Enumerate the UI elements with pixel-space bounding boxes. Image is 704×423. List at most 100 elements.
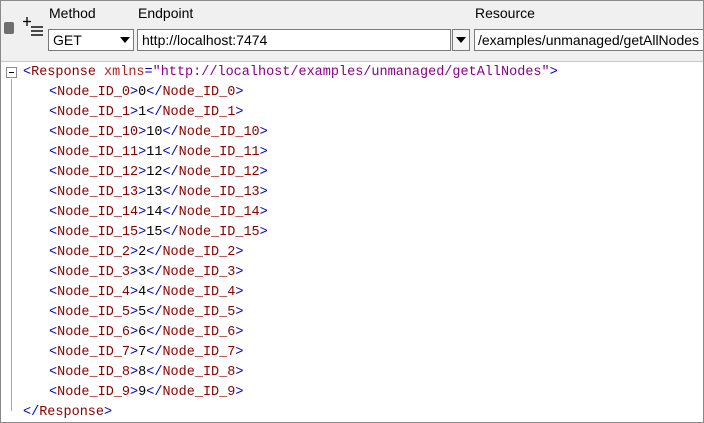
tag-bracket: > xyxy=(259,205,268,220)
node-open-tag: Node_ID_15 xyxy=(57,225,139,240)
node-close-tag: Node_ID_15 xyxy=(178,225,260,240)
node-open-tag: Node_ID_0 xyxy=(57,85,131,100)
tag-bracket: </ xyxy=(146,245,163,260)
tag-bracket: </ xyxy=(146,365,163,380)
node-open-tag: Node_ID_12 xyxy=(57,165,139,180)
node-open-tag: Node_ID_3 xyxy=(57,265,131,280)
collapse-toggle-icon[interactable] xyxy=(6,67,17,78)
tag-bracket: > xyxy=(235,345,244,360)
node-close-tag: Node_ID_4 xyxy=(162,285,236,300)
tree-guide-line xyxy=(11,79,12,411)
tag-bracket: > xyxy=(259,125,268,140)
node-close-tag: Node_ID_6 xyxy=(162,325,236,340)
tag-bracket: > xyxy=(259,145,268,160)
response-close-line: </Response> xyxy=(23,405,113,420)
response-open-tag: Response xyxy=(31,65,96,80)
tag-bracket: > xyxy=(130,385,139,400)
node-close-tag: Node_ID_13 xyxy=(178,185,260,200)
tag-bracket: < xyxy=(49,145,58,160)
xml-node-line: <Node_ID_5>5</Node_ID_5> xyxy=(49,303,243,323)
xml-node-line: <Node_ID_11>11</Node_ID_11> xyxy=(49,143,268,163)
tag-bracket: > xyxy=(130,265,139,280)
node-close-tag: Node_ID_1 xyxy=(162,105,236,120)
tag-bracket: < xyxy=(49,105,58,120)
tag-bracket: > xyxy=(235,105,244,120)
node-open-tag: Node_ID_11 xyxy=(57,145,139,160)
xml-response-view: <Response xmlns="http://localhost/exampl… xyxy=(1,62,703,422)
node-open-tag: Node_ID_13 xyxy=(57,185,139,200)
endpoint-dropdown-button[interactable] xyxy=(452,29,470,51)
tag-bracket: > xyxy=(259,225,268,240)
tag-bracket: > xyxy=(259,165,268,180)
xml-node-line: <Node_ID_13>13</Node_ID_13> xyxy=(49,183,268,203)
tag-bracket: </ xyxy=(146,285,163,300)
node-value: 14 xyxy=(146,205,163,220)
node-value: 11 xyxy=(146,145,163,160)
node-value: 15 xyxy=(146,225,163,240)
node-open-tag: Node_ID_10 xyxy=(57,125,139,140)
xml-node-line: <Node_ID_15>15</Node_ID_15> xyxy=(49,223,268,243)
resource-value: /examples/unmanaged/getAllNodes xyxy=(478,32,700,48)
tag-bracket: < xyxy=(49,325,58,340)
xml-node-line: <Node_ID_7>7</Node_ID_7> xyxy=(49,343,243,363)
node-open-tag: Node_ID_5 xyxy=(57,305,131,320)
node-close-tag: Node_ID_14 xyxy=(178,205,260,220)
tag-bracket: > xyxy=(235,385,244,400)
tag-bracket: </ xyxy=(146,85,163,100)
method-value: GET xyxy=(53,32,82,48)
node-value: 10 xyxy=(146,125,163,140)
tag-bracket: </ xyxy=(146,345,163,360)
node-open-tag: Node_ID_4 xyxy=(57,285,131,300)
node-close-tag: Node_ID_0 xyxy=(162,85,236,100)
tag-bracket: > xyxy=(235,305,244,320)
tag-bracket: > xyxy=(259,185,268,200)
xml-node-line: <Node_ID_0>0</Node_ID_0> xyxy=(49,83,243,103)
tag-bracket: </ xyxy=(162,225,179,240)
resource-input[interactable]: /examples/unmanaged/getAllNodes xyxy=(474,29,703,51)
tag-bracket: > xyxy=(130,245,139,260)
tag-bracket: < xyxy=(49,185,58,200)
tag-bracket: > xyxy=(235,365,244,380)
xml-node-line: <Node_ID_14>14</Node_ID_14> xyxy=(49,203,268,223)
method-label: Method xyxy=(49,5,96,21)
tag-bracket: > xyxy=(130,305,139,320)
tag-bracket: > xyxy=(130,105,139,120)
node-close-tag: Node_ID_9 xyxy=(162,385,236,400)
tag-bracket: < xyxy=(49,225,58,240)
node-open-tag: Node_ID_14 xyxy=(57,205,139,220)
node-close-tag: Node_ID_5 xyxy=(162,305,236,320)
node-open-tag: Node_ID_6 xyxy=(57,325,131,340)
tag-bracket: < xyxy=(49,305,58,320)
tag-bracket: > xyxy=(130,325,139,340)
node-open-tag: Node_ID_9 xyxy=(57,385,131,400)
endpoint-input[interactable]: http://localhost:7474 xyxy=(137,29,451,51)
tag-bracket: </ xyxy=(162,185,179,200)
tag-bracket: > xyxy=(130,85,139,100)
tag-bracket: > xyxy=(130,365,139,380)
tag-bracket: </ xyxy=(162,125,179,140)
node-close-tag: Node_ID_11 xyxy=(178,145,260,160)
toolbar-grip-icon[interactable] xyxy=(4,22,14,34)
tag-bracket: < xyxy=(49,365,58,380)
tag-bracket: > xyxy=(130,285,139,300)
add-header-icon[interactable] xyxy=(23,15,45,39)
xml-node-line: <Node_ID_1>1</Node_ID_1> xyxy=(49,103,243,123)
method-select[interactable]: GET xyxy=(48,29,134,51)
tag-bracket: < xyxy=(49,85,58,100)
xmlns-value: "http://localhost/examples/unmanaged/get… xyxy=(152,65,550,80)
chevron-down-icon[interactable] xyxy=(116,30,133,50)
node-close-tag: Node_ID_2 xyxy=(162,245,236,260)
endpoint-value: http://localhost:7474 xyxy=(142,32,268,48)
node-close-tag: Node_ID_3 xyxy=(162,265,236,280)
tag-bracket: < xyxy=(49,285,58,300)
node-open-tag: Node_ID_7 xyxy=(57,345,131,360)
tag-bracket: < xyxy=(49,165,58,180)
rest-client-window: Method Endpoint Resource GET http://loca… xyxy=(0,0,704,423)
xml-node-line: <Node_ID_8>8</Node_ID_8> xyxy=(49,363,243,383)
xmlns-attribute: xmlns xyxy=(104,65,145,80)
xml-node-line: <Node_ID_6>6</Node_ID_6> xyxy=(49,323,243,343)
xml-node-line: <Node_ID_3>3</Node_ID_3> xyxy=(49,263,243,283)
node-value: 12 xyxy=(146,165,163,180)
tag-bracket: </ xyxy=(162,205,179,220)
tag-bracket: </ xyxy=(146,265,163,280)
